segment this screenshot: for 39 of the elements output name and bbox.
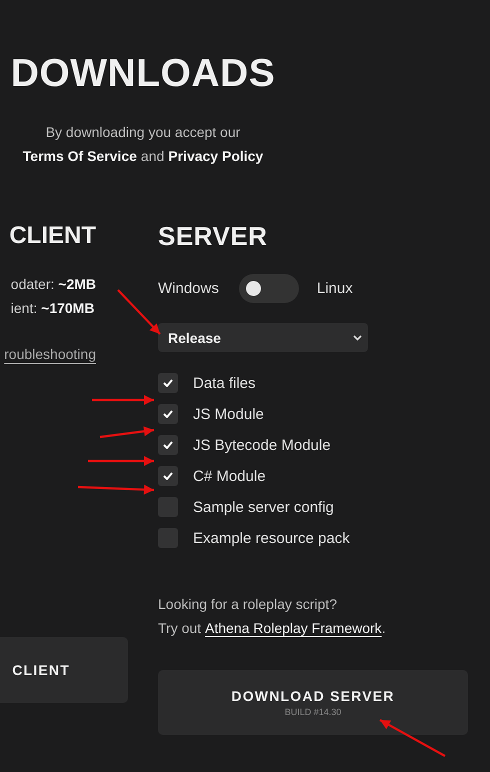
option-label: JS Bytecode Module bbox=[193, 436, 331, 454]
annotation-arrow bbox=[92, 395, 154, 405]
terms-notice: By downloading you accept our bbox=[46, 124, 240, 140]
check-icon bbox=[163, 472, 173, 480]
annotation-arrow bbox=[379, 719, 446, 757]
joiner-text: and bbox=[140, 148, 164, 164]
privacy-link[interactable]: Privacy Policy bbox=[168, 148, 264, 164]
check-icon bbox=[163, 441, 173, 449]
option-label: JS Module bbox=[193, 406, 264, 422]
check-icon bbox=[163, 410, 173, 418]
option-label: C# Module bbox=[193, 468, 266, 484]
download-size: ient: ~170MB bbox=[10, 300, 96, 316]
client-heading: CLIENT bbox=[9, 221, 96, 251]
platform-label: Windows bbox=[158, 280, 219, 297]
checkbox[interactable] bbox=[158, 373, 178, 393]
download-server-button[interactable]: DOWNLOAD SERVER BUILD #14.30 bbox=[158, 670, 468, 735]
checkbox[interactable] bbox=[158, 435, 178, 455]
download-client-button[interactable]: CLIENT bbox=[0, 637, 128, 703]
promo-suffix: . bbox=[382, 620, 386, 636]
option-label: Sample server config bbox=[193, 498, 334, 516]
troubleshooting-link[interactable]: roubleshooting bbox=[4, 346, 96, 362]
server-heading: SERVER bbox=[158, 220, 268, 252]
terms-link[interactable]: Terms Of Service bbox=[22, 148, 137, 164]
platform-label: Linux bbox=[316, 280, 353, 297]
platform-toggle[interactable] bbox=[238, 274, 299, 303]
checkbox[interactable] bbox=[158, 404, 178, 424]
annotation-arrow bbox=[88, 456, 154, 466]
option-label: Example resource pack bbox=[193, 530, 350, 546]
download-size: odater: ~2MB bbox=[10, 276, 96, 292]
check-icon bbox=[163, 379, 173, 387]
branch-select[interactable]: Release bbox=[158, 323, 368, 352]
promo-prefix: Try out bbox=[158, 620, 202, 636]
page-title: DOWNLOADS bbox=[10, 52, 276, 96]
promo-text: Looking for a roleplay script? bbox=[158, 595, 338, 614]
option-label: Data files bbox=[193, 374, 256, 392]
chevron-down-icon bbox=[353, 334, 362, 340]
annotation-arrow bbox=[100, 426, 154, 438]
checkbox[interactable] bbox=[158, 466, 178, 486]
framework-link[interactable]: Athena Roleplay Framework bbox=[205, 620, 382, 636]
